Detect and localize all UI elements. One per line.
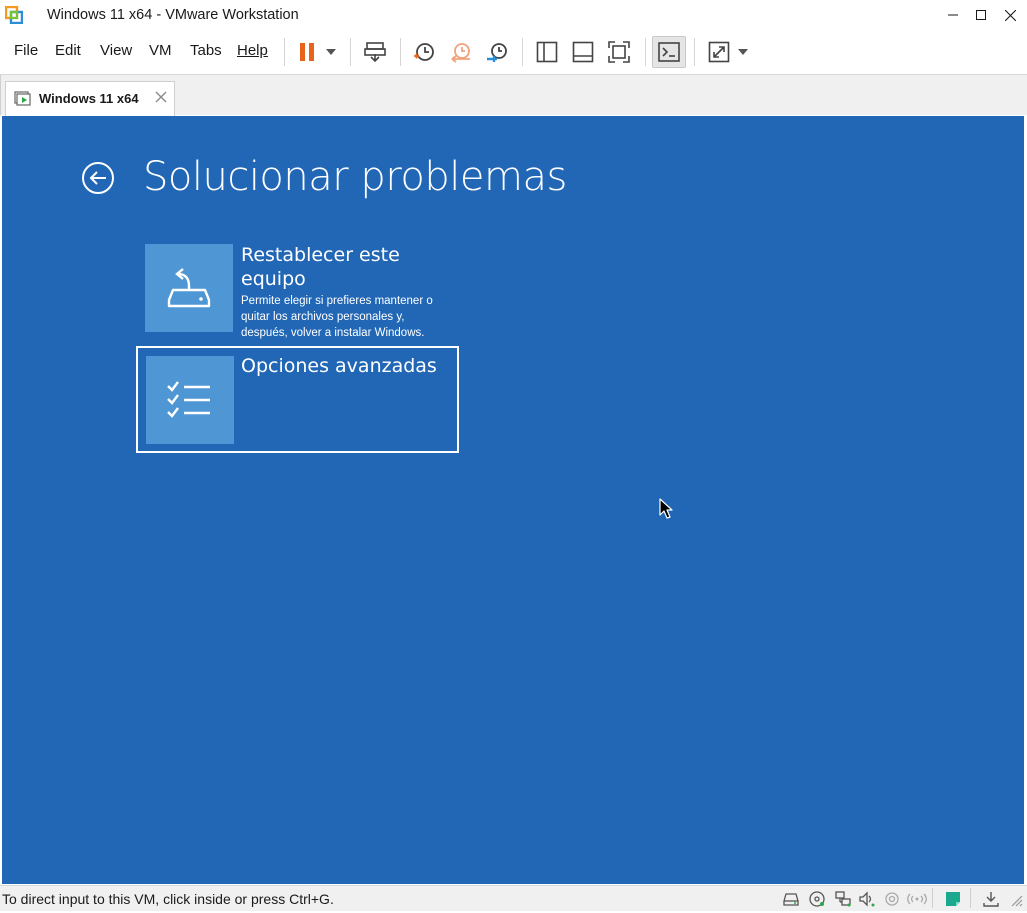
toolbar-separator [284,38,285,66]
dropdown-arrow-icon [738,49,748,55]
back-arrow-button[interactable] [81,161,115,195]
status-text: To direct input to this VM, click inside… [2,891,334,907]
revert-snapshot-button[interactable] [444,36,478,68]
option-title: Restablecer este equipo [241,244,400,290]
vmware-logo-icon [4,5,24,25]
reset-pc-icon [167,268,211,308]
menu-view[interactable]: View [100,42,132,59]
resize-grip-icon[interactable] [1008,890,1026,908]
tab-windows-11-x64[interactable]: Windows 11 x64 [5,81,175,116]
hard-disk-icon[interactable] [782,890,800,908]
option-advanced-options[interactable]: Opciones avanzadas [136,346,459,453]
menu-toolbar: File Edit View VM Tabs Help [0,30,1027,75]
send-ctrl-alt-del-icon [364,42,386,63]
network-adapter-icon[interactable] [834,890,852,908]
mouse-cursor-icon [659,498,673,525]
send-ctrl-alt-del-button[interactable] [358,36,392,68]
snapshot-manager-icon [487,43,507,62]
power-dropdown-button[interactable] [318,36,344,68]
status-separator [932,888,933,908]
vm-console-screen[interactable]: Solucionar problemas Restablecer este eq… [2,116,1024,884]
maximize-icon [976,10,986,20]
menu-edit[interactable]: Edit [55,42,81,59]
status-bar: To direct input to this VM, click inside… [0,885,1027,911]
cd-dvd-icon[interactable] [808,890,826,908]
window-title: Windows 11 x64 - VMware Workstation [47,7,299,23]
revert-snapshot-icon [451,43,470,63]
menu-vm[interactable]: VM [149,42,172,59]
menu-help[interactable]: Help [237,42,268,59]
option-tile [146,356,234,444]
stretch-guest-button[interactable] [702,36,736,68]
toolbar-separator [350,38,351,66]
title-bar: Windows 11 x64 - VMware Workstation [0,0,1027,30]
message-log-icon[interactable] [944,890,962,908]
menu-tabs[interactable]: Tabs [190,42,222,59]
tab-close-icon[interactable] [154,90,170,106]
thumbnail-bar-button[interactable] [566,36,600,68]
dropdown-arrow-icon [326,49,336,55]
status-separator [970,888,971,908]
toolbar-separator [694,38,695,66]
full-screen-button[interactable] [602,36,636,68]
toolbar-separator [645,38,646,66]
console-view-icon [658,42,680,62]
minimize-button[interactable] [939,0,967,30]
option-reset-pc[interactable]: Restablecer este equipo Permite elegir s… [145,243,455,343]
tab-strip: Windows 11 x64 [0,75,1027,116]
close-icon [1004,9,1016,21]
take-snapshot-button[interactable] [407,36,441,68]
download-icon[interactable] [982,890,1000,908]
vm-icon [14,91,32,112]
tpm-icon[interactable] [906,890,927,908]
console-view-button[interactable] [652,36,686,68]
sound-card-icon[interactable] [858,890,876,908]
close-button[interactable] [996,0,1024,30]
stretch-dropdown-button[interactable] [732,36,754,68]
tab-label: Windows 11 x64 [39,91,139,106]
full-screen-icon [608,41,630,63]
option-tile [145,244,233,332]
pause-icon [300,43,314,61]
thumbnail-bar-icon [572,41,594,63]
usb-icon[interactable] [883,890,901,908]
page-title: Solucionar problemas [143,154,567,200]
maximize-button[interactable] [967,0,995,30]
take-snapshot-icon [414,43,434,61]
show-library-button[interactable] [530,36,564,68]
back-arrow-icon [82,162,114,194]
toolbar-separator [400,38,401,66]
toolbar-separator [522,38,523,66]
advanced-options-icon [167,381,210,418]
option-description: Permite elegir si prefieres mantener o q… [241,295,433,339]
snapshot-manager-button[interactable] [480,36,514,68]
menu-file[interactable]: File [14,42,38,59]
show-library-icon [536,41,558,63]
stretch-guest-icon [708,41,730,63]
option-title: Opciones avanzadas [241,355,437,377]
minimize-icon [948,14,958,16]
